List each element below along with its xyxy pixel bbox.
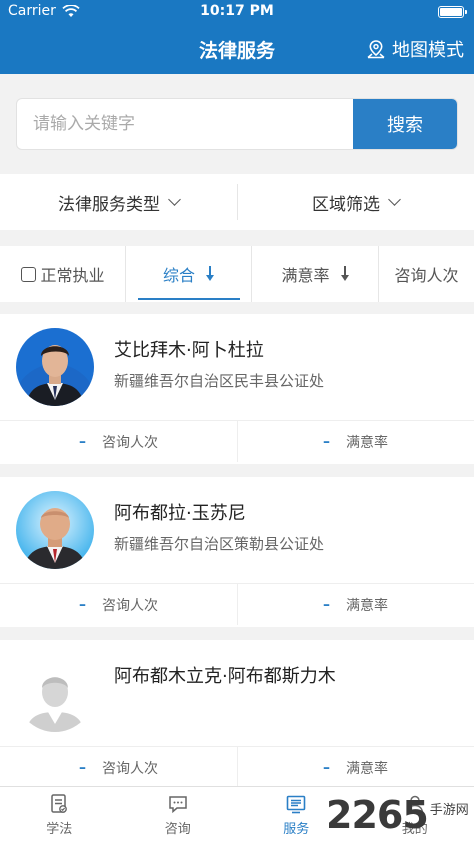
avatar-placeholder: [16, 654, 94, 732]
watermark: 2265 手游网: [326, 790, 474, 840]
status-time: 10:17 PM: [200, 3, 274, 19]
lawyer-card[interactable]: 艾比拜木·阿卜杜拉 新疆维吾尔自治区民丰县公证处 – 咨询人次 – 满意率: [0, 314, 474, 464]
consult-count-label: 咨询人次: [102, 434, 158, 451]
consult-count-label: 咨询人次: [102, 597, 158, 614]
book-icon: [51, 794, 68, 813]
satisfaction-value: –: [323, 433, 330, 450]
search-button[interactable]: 搜索: [353, 99, 457, 149]
lawyer-org: 新疆维吾尔自治区策勒县公证处: [114, 535, 325, 553]
tab-learn-label: 学法: [46, 822, 73, 837]
lawyer-card[interactable]: 阿布都拉·玉苏尼 新疆维吾尔自治区策勒县公证处 – 咨询人次 – 满意率: [0, 477, 474, 627]
chevron-down-icon: [168, 193, 181, 206]
checkbox-icon[interactable]: [21, 266, 37, 282]
practicing-checkbox[interactable]: 正常执业: [0, 246, 126, 302]
consult-count-value: –: [79, 596, 86, 613]
avatar: [16, 491, 94, 569]
arrow-down-icon: [205, 266, 215, 282]
lawyer-org: 新疆维吾尔自治区民丰县公证处: [114, 372, 325, 390]
consult-count-stat: – 咨询人次: [0, 747, 237, 788]
filter-region[interactable]: 区域筛选: [237, 174, 474, 230]
tab-learn[interactable]: 学法: [0, 787, 119, 843]
sort-consultations-label: 咨询人次: [394, 266, 459, 285]
status-bar: Carrier 10:17 PM: [0, 0, 474, 24]
watermark-number: 2265: [326, 793, 429, 837]
map-pin-icon: [367, 40, 385, 59]
lawyer-name: 阿布都木立克·阿布都斯力木: [114, 666, 336, 687]
satisfaction-label: 满意率: [346, 597, 388, 614]
satisfaction-stat: – 满意率: [237, 584, 474, 625]
consult-count-stat: – 咨询人次: [0, 584, 237, 625]
sort-comprehensive[interactable]: 综合: [126, 246, 252, 302]
chevron-down-icon: [388, 193, 401, 206]
sort-bar: 正常执业 综合 满意率 咨询人次: [0, 246, 474, 302]
card-stats: – 咨询人次 – 满意率: [0, 746, 474, 788]
satisfaction-value: –: [323, 759, 330, 776]
nav-bar: 法律服务 地图模式: [0, 24, 474, 74]
satisfaction-label: 满意率: [346, 434, 388, 451]
battery-icon: [438, 6, 467, 18]
filter-bar: 法律服务类型 区域筛选: [0, 174, 474, 230]
card-stats: – 咨询人次 – 满意率: [0, 583, 474, 625]
consult-count-stat: – 咨询人次: [0, 421, 237, 462]
satisfaction-stat: – 满意率: [237, 421, 474, 462]
sort-satisfaction-label: 满意率: [281, 266, 330, 285]
chat-icon: [169, 796, 187, 814]
search-area: 搜索: [0, 74, 474, 174]
arrow-down-icon: [340, 266, 350, 282]
tab-consult[interactable]: 咨询: [119, 787, 238, 843]
search-input[interactable]: [17, 99, 355, 149]
lawyer-card[interactable]: 阿布都木立克·阿布都斯力木 – 咨询人次 – 满意率: [0, 640, 474, 790]
sort-satisfaction[interactable]: 满意率: [252, 246, 379, 302]
map-mode-label: 地图模式: [392, 40, 464, 61]
consult-count-label: 咨询人次: [102, 760, 158, 777]
satisfaction-stat: – 满意率: [237, 747, 474, 788]
sort-comprehensive-label: 综合: [162, 266, 195, 285]
card-stats: – 咨询人次 – 满意率: [0, 420, 474, 462]
consult-count-value: –: [79, 433, 86, 450]
watermark-text: 手游网: [429, 802, 469, 818]
map-mode-button[interactable]: 地图模式: [366, 36, 464, 62]
satisfaction-label: 满意率: [346, 760, 388, 777]
satisfaction-value: –: [323, 596, 330, 613]
filter-service-type[interactable]: 法律服务类型: [0, 174, 237, 230]
practicing-label: 正常执业: [40, 266, 105, 285]
tab-consult-label: 咨询: [164, 822, 191, 837]
sort-consultations[interactable]: 咨询人次: [379, 246, 474, 302]
service-icon: [286, 795, 306, 814]
active-tab-indicator: [138, 298, 240, 300]
search-box: 搜索: [16, 98, 458, 150]
filter-service-type-label: 法律服务类型: [58, 194, 160, 215]
lawyer-name: 艾比拜木·阿卜杜拉: [114, 340, 264, 361]
avatar: [16, 328, 94, 406]
consult-count-value: –: [79, 759, 86, 776]
filter-region-label: 区域筛选: [312, 194, 380, 215]
lawyer-name: 阿布都拉·玉苏尼: [114, 503, 246, 524]
tab-service-label: 服务: [283, 822, 310, 837]
